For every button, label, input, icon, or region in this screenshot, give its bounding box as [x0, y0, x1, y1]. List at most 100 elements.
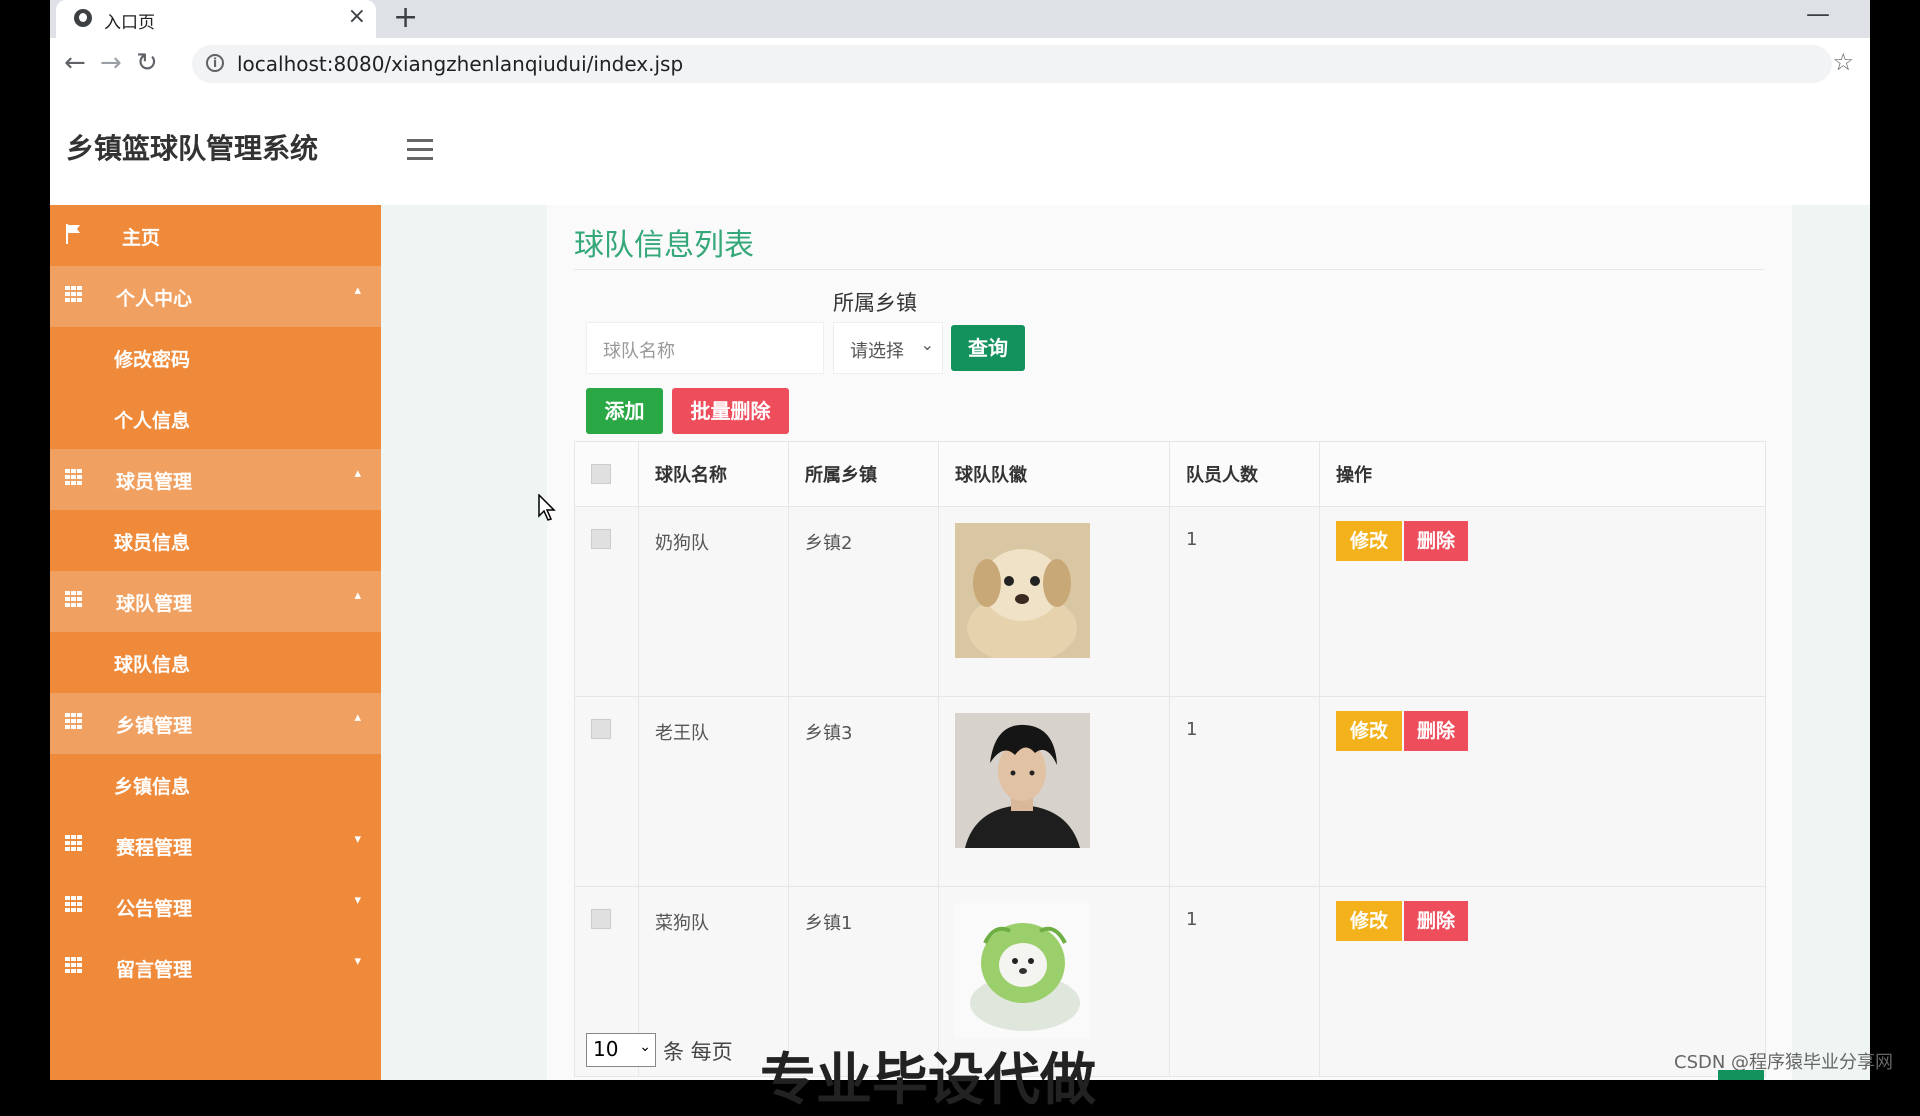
sidebar-item-team-management[interactable]: 球队管理 ▴ — [50, 571, 381, 632]
page-size-select[interactable]: 10 ⌄ — [586, 1033, 656, 1067]
browser-window: 入口页 × + — ← → ↻ i localhost:8080/xiangzh… — [50, 0, 1870, 1080]
row-checkbox[interactable] — [591, 529, 611, 549]
sidebar-item-player-management[interactable]: 球员管理 ▴ — [50, 449, 381, 510]
caret-down-icon: ▾ — [354, 832, 361, 847]
address-bar: ← → ↻ i localhost:8080/xiangzhenlanqiudu… — [50, 38, 1870, 91]
sidebar-subitem-town-info[interactable]: 乡镇信息 — [50, 754, 381, 815]
tab-title: 入口页 — [104, 13, 155, 33]
flag-icon — [66, 224, 80, 244]
grid-icon — [65, 591, 83, 607]
select-all-checkbox[interactable] — [591, 464, 611, 484]
sidebar-subitem-change-password[interactable]: 修改密码 — [50, 327, 381, 388]
bookmark-star-icon[interactable]: ☆ — [1832, 48, 1854, 76]
town-filter-label: 所属乡镇 — [833, 291, 917, 315]
overlay-banner-text: 专业毕设代做 — [760, 1048, 1096, 1113]
sidebar-item-town-management[interactable]: 乡镇管理 ▴ — [50, 693, 381, 754]
tab-bar: 入口页 × + — — [50, 0, 1870, 38]
town-cell: 乡镇3 — [788, 696, 939, 887]
sidebar-subitem-personal-info[interactable]: 个人信息 — [50, 388, 381, 449]
team-name-cell: 奶狗队 — [638, 506, 789, 697]
man-portrait-logo-image — [955, 713, 1090, 848]
back-icon[interactable]: ← — [64, 48, 86, 78]
app-title: 乡镇篮球队管理系统 — [66, 132, 319, 165]
sidebar-item-label: 留言管理 — [116, 959, 193, 981]
members-cell: 1 — [1169, 886, 1320, 1077]
chevron-down-icon: ⌄ — [639, 1039, 651, 1055]
close-tab-icon[interactable]: × — [348, 4, 366, 29]
grid-icon — [65, 713, 83, 729]
team-table: 球队名称 所属乡镇 球队队徽 队员人数 操作 奶狗队 乡镇2 1 修改 删除 老… — [574, 441, 1766, 1077]
main-panel: 球队信息列表 所属乡镇 球队名称 请选择 ⌄ 查询 添加 批量删除 球队名称 所… — [547, 205, 1792, 1080]
team-name-cell: 老王队 — [638, 696, 789, 887]
col-town: 所属乡镇 — [788, 441, 939, 507]
sidebar-item-label: 乡镇管理 — [116, 715, 193, 737]
new-tab-icon[interactable]: + — [393, 0, 418, 36]
members-cell: 1 — [1169, 696, 1320, 887]
grid-icon — [65, 835, 83, 851]
page-size-value: 10 — [593, 1037, 619, 1061]
actions-cell: 修改 删除 — [1319, 696, 1766, 887]
sidebar-item-label: 赛程管理 — [116, 837, 193, 859]
sidebar-item-label: 个人信息 — [114, 410, 191, 432]
sidebar-subitem-team-info[interactable]: 球队信息 — [50, 632, 381, 693]
divider — [574, 269, 1764, 270]
forward-icon[interactable]: → — [100, 48, 122, 78]
sidebar-subitem-player-info[interactable]: 球员信息 — [50, 510, 381, 571]
caret-up-icon: ▴ — [354, 466, 361, 481]
grid-icon — [65, 469, 83, 485]
table-row: 老王队 乡镇3 1 修改 删除 — [574, 696, 1766, 887]
per-page-text: 条 每页 — [663, 1040, 733, 1064]
mouse-cursor-icon — [538, 494, 556, 521]
edit-button[interactable]: 修改 — [1336, 711, 1402, 751]
caret-down-icon: ▾ — [354, 954, 361, 969]
sidebar-item-label: 主页 — [122, 227, 161, 249]
sidebar-item-label: 球队管理 — [116, 593, 193, 615]
reload-icon[interactable]: ↻ — [136, 48, 158, 78]
sidebar-item-label: 球员信息 — [114, 532, 191, 554]
query-button[interactable]: 查询 — [951, 325, 1025, 371]
cabbage-dog-logo-image — [955, 903, 1090, 1038]
edit-button[interactable]: 修改 — [1336, 901, 1402, 941]
sidebar-item-message-management[interactable]: 留言管理 ▾ — [50, 937, 381, 998]
app-header: 乡镇篮球队管理系统 — [50, 90, 1870, 205]
actions-cell: 修改 删除 — [1319, 506, 1766, 697]
grid-icon — [65, 896, 83, 912]
col-team-name: 球队名称 — [638, 441, 789, 507]
logo-cell — [938, 696, 1170, 887]
team-name-search-input[interactable]: 球队名称 — [586, 322, 824, 374]
edit-button[interactable]: 修改 — [1336, 521, 1402, 561]
caret-up-icon: ▴ — [354, 283, 361, 298]
delete-button[interactable]: 删除 — [1404, 901, 1468, 941]
url-text: localhost:8080/xiangzhenlanqiudui/index.… — [237, 52, 684, 76]
sidebar-item-label: 修改密码 — [114, 349, 191, 371]
sidebar-item-label: 个人中心 — [116, 288, 193, 310]
add-button[interactable]: 添加 — [586, 388, 663, 434]
info-icon[interactable]: i — [206, 54, 224, 72]
delete-button[interactable]: 删除 — [1404, 521, 1468, 561]
sidebar-item-home[interactable]: 主页 — [50, 205, 381, 266]
browser-tab[interactable]: 入口页 × — [56, 0, 376, 38]
sidebar-item-personal-center[interactable]: 个人中心 ▴ — [50, 266, 381, 327]
table-header-row: 球队名称 所属乡镇 球队队徽 队员人数 操作 — [574, 441, 1766, 507]
grid-icon — [65, 957, 83, 973]
select-all-cell — [574, 441, 639, 507]
puppy-logo-image — [955, 523, 1090, 663]
row-select-cell — [574, 696, 639, 887]
minimize-icon[interactable]: — — [1806, 0, 1830, 28]
caret-down-icon: ▾ — [354, 893, 361, 908]
row-checkbox[interactable] — [591, 719, 611, 739]
sidebar-item-label: 球员管理 — [116, 471, 193, 493]
chevron-down-icon: ⌄ — [920, 335, 934, 354]
col-actions: 操作 — [1319, 441, 1766, 507]
logo-cell — [938, 506, 1170, 697]
town-select[interactable]: 请选择 ⌄ — [833, 322, 943, 374]
delete-button[interactable]: 删除 — [1404, 711, 1468, 751]
sidebar-item-notice-management[interactable]: 公告管理 ▾ — [50, 876, 381, 937]
table-row: 菜狗队 乡镇1 1 修改 删除 — [574, 886, 1766, 1077]
sidebar-item-schedule-management[interactable]: 赛程管理 ▾ — [50, 815, 381, 876]
url-field[interactable]: i localhost:8080/xiangzhenlanqiudui/inde… — [192, 45, 1832, 83]
batch-delete-button[interactable]: 批量删除 — [672, 388, 789, 434]
hamburger-menu-icon[interactable] — [407, 139, 433, 166]
sidebar-item-label: 公告管理 — [116, 898, 193, 920]
row-checkbox[interactable] — [591, 909, 611, 929]
